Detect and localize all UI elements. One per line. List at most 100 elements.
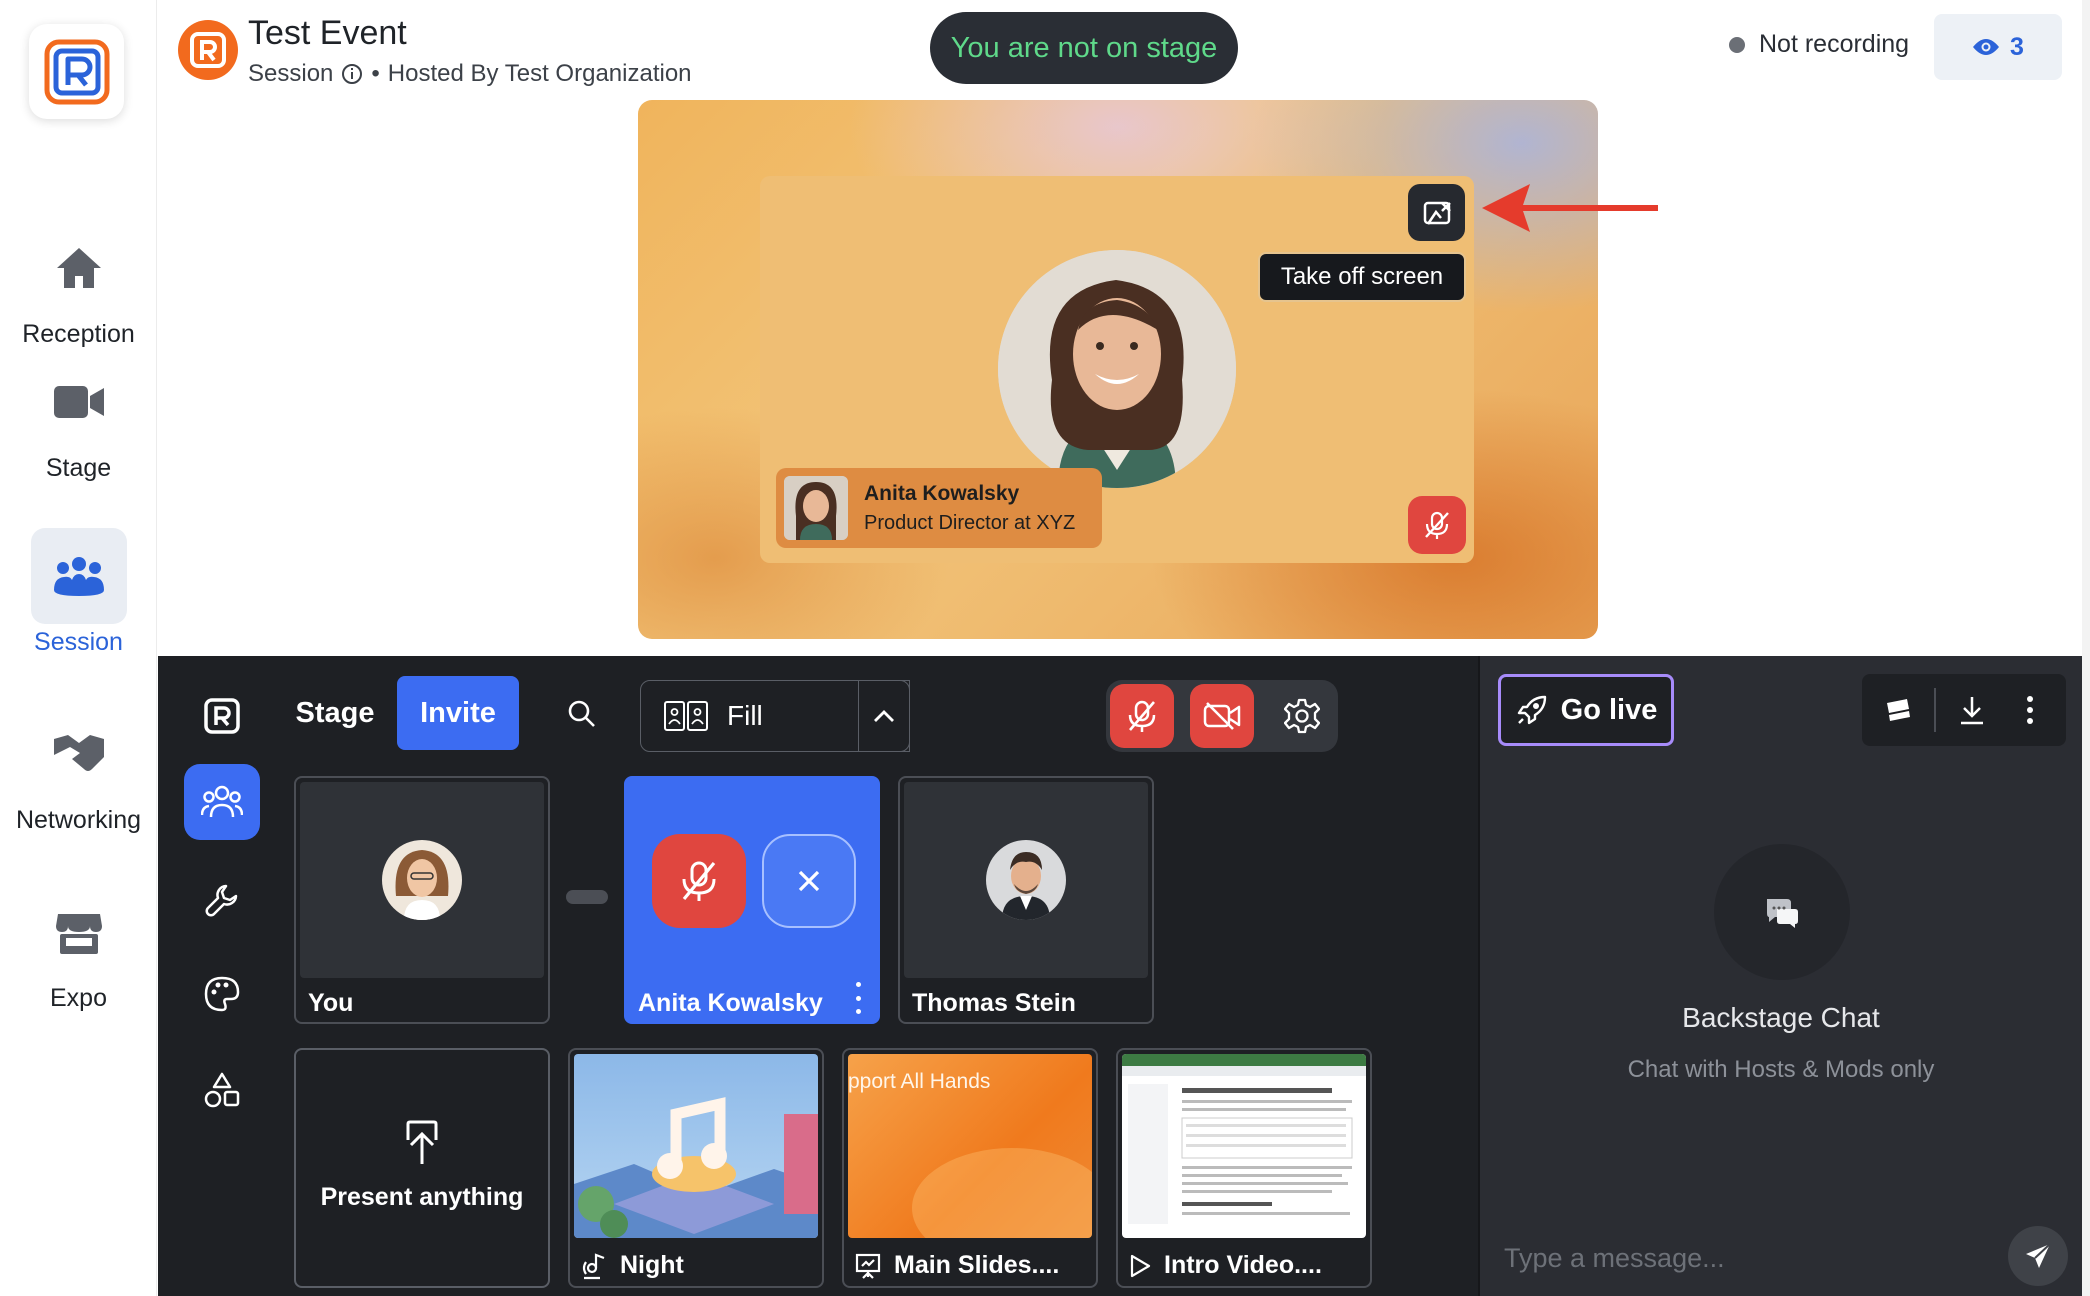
left-navigation: Reception Stage Session Networking Expo — [0, 0, 157, 1296]
nav-label: Networking — [15, 806, 142, 834]
layout-value: Fill — [727, 700, 763, 731]
event-type: Session — [248, 60, 334, 87]
studio-panel: Stage Invite Fill You Anita Kowalsky Tho… — [158, 656, 1478, 1296]
home-icon — [31, 220, 127, 316]
speaker-muted-indicator — [1408, 496, 1466, 554]
camera-toggle-button[interactable] — [1190, 684, 1254, 748]
video-off-icon — [1203, 702, 1241, 730]
event-title: Test Event — [248, 14, 407, 52]
nav-item-stage[interactable]: Stage — [0, 354, 157, 483]
chevron-up-icon — [874, 710, 894, 722]
layout-icon — [664, 701, 708, 731]
shapes-icon — [204, 1072, 240, 1108]
bullet-separator: • — [371, 60, 380, 87]
close-icon — [798, 870, 820, 892]
studio-logo-button[interactable] — [184, 678, 260, 754]
chat-empty-title: Backstage Chat — [1682, 1002, 1880, 1033]
media-controls — [1106, 680, 1338, 752]
elements-button[interactable] — [184, 1052, 260, 1128]
chat-message-input[interactable] — [1504, 1236, 1984, 1280]
eye-icon — [1973, 39, 2000, 55]
recording-status: Not recording — [1729, 30, 1909, 59]
page-scrollbar[interactable] — [2082, 0, 2090, 1296]
nav-item-networking[interactable]: Networking — [0, 706, 157, 835]
music-broadcast-icon — [582, 1252, 605, 1279]
mic-off-icon — [1128, 700, 1156, 732]
brand-logo-icon — [190, 32, 226, 68]
people-icon — [201, 785, 243, 818]
media-tile-intro-video[interactable]: Intro Video.... — [1116, 1048, 1372, 1288]
participant-name: You — [308, 989, 354, 1017]
participant-name: Anita Kowalsky — [638, 989, 823, 1017]
nav-label: Expo — [50, 984, 107, 1012]
clear-chat-button[interactable] — [1870, 682, 1926, 738]
speaker-name: Anita Kowalsky — [864, 481, 1020, 505]
present-anything-tile[interactable]: Present anything — [294, 1048, 550, 1288]
app-logo[interactable] — [29, 24, 124, 119]
eraser-icon — [1887, 699, 1910, 721]
participant-mute-button[interactable] — [652, 834, 746, 928]
nav-item-session[interactable]: Session — [0, 528, 157, 657]
wrench-icon — [205, 884, 238, 917]
event-avatar — [178, 20, 238, 80]
annotation-arrow-icon — [1482, 184, 1658, 232]
speaker-name-badge: Anita Kowalsky Product Director at XYZ — [776, 468, 1102, 548]
microphone-toggle-button[interactable] — [1110, 684, 1174, 748]
play-icon — [1130, 1254, 1151, 1277]
video-camera-icon — [31, 354, 127, 450]
viewer-count-button[interactable]: 3 — [1934, 14, 2062, 80]
screen-off-icon — [1423, 201, 1451, 225]
tab-invite[interactable]: Invite — [397, 676, 519, 750]
storefront-icon — [31, 884, 127, 980]
search-button[interactable] — [554, 686, 610, 742]
media-label: Night — [620, 1251, 684, 1279]
go-live-label: Go live — [1560, 693, 1658, 726]
tab-stage[interactable]: Stage — [280, 676, 390, 750]
mic-off-icon — [682, 861, 716, 901]
presentation-icon — [855, 1253, 881, 1279]
people-tool-button[interactable] — [184, 764, 260, 840]
speaker-thumbnail — [784, 476, 848, 540]
event-subtitle: Session • Hosted By Test Organization — [248, 60, 692, 88]
mic-off-icon — [1425, 511, 1449, 539]
media-thumbnail: pport All Hands — [848, 1054, 1092, 1238]
brand-logo-icon — [44, 39, 109, 104]
more-vertical-icon — [2027, 696, 2033, 724]
take-off-screen-button[interactable] — [1408, 184, 1465, 241]
theme-button[interactable] — [184, 956, 260, 1032]
participant-video — [300, 782, 544, 978]
chat-more-button[interactable] — [2002, 682, 2058, 738]
avatar — [986, 840, 1066, 920]
handshake-icon — [31, 706, 127, 802]
studio-side-toolbar — [158, 656, 288, 1296]
participant-tile-anita-kowalsky[interactable]: Anita Kowalsky — [624, 776, 880, 1024]
media-tile-night[interactable]: Night — [568, 1048, 824, 1288]
download-chat-button[interactable] — [1944, 682, 2000, 738]
go-live-button[interactable]: Go live — [1498, 674, 1674, 746]
search-icon — [568, 700, 595, 727]
avatar — [382, 840, 462, 920]
slide-caption: pport All Hands — [848, 1070, 991, 1093]
settings-button[interactable] — [1270, 684, 1334, 748]
media-thumbnail — [1122, 1054, 1366, 1238]
info-icon[interactable] — [341, 63, 363, 85]
speaker-title: Product Director at XYZ — [864, 511, 1076, 534]
participant-tile-thomas-stein[interactable]: Thomas Stein — [898, 776, 1154, 1024]
media-label: Main Slides.... — [894, 1251, 1060, 1279]
chat-bubble-icon — [1714, 844, 1850, 980]
more-options-icon[interactable] — [848, 982, 868, 1014]
stage-divider-handle[interactable] — [566, 890, 608, 904]
nav-item-reception[interactable]: Reception — [0, 220, 157, 349]
nav-item-expo[interactable]: Expo — [0, 884, 157, 1013]
rocket-icon — [1517, 695, 1546, 725]
media-tile-main-slides[interactable]: pport All Hands Main Slides.... — [842, 1048, 1098, 1288]
media-label: Intro Video.... — [1164, 1251, 1322, 1279]
nav-label: Session — [34, 628, 123, 656]
toolbar-divider — [1934, 688, 1936, 732]
layout-dropdown-toggle[interactable] — [858, 680, 910, 752]
send-message-button[interactable] — [2008, 1226, 2068, 1286]
remove-from-stage-button[interactable] — [762, 834, 856, 928]
tools-button[interactable] — [184, 862, 260, 938]
take-off-screen-tooltip: Take off screen — [1258, 252, 1466, 302]
participant-tile-you[interactable]: You — [294, 776, 550, 1024]
